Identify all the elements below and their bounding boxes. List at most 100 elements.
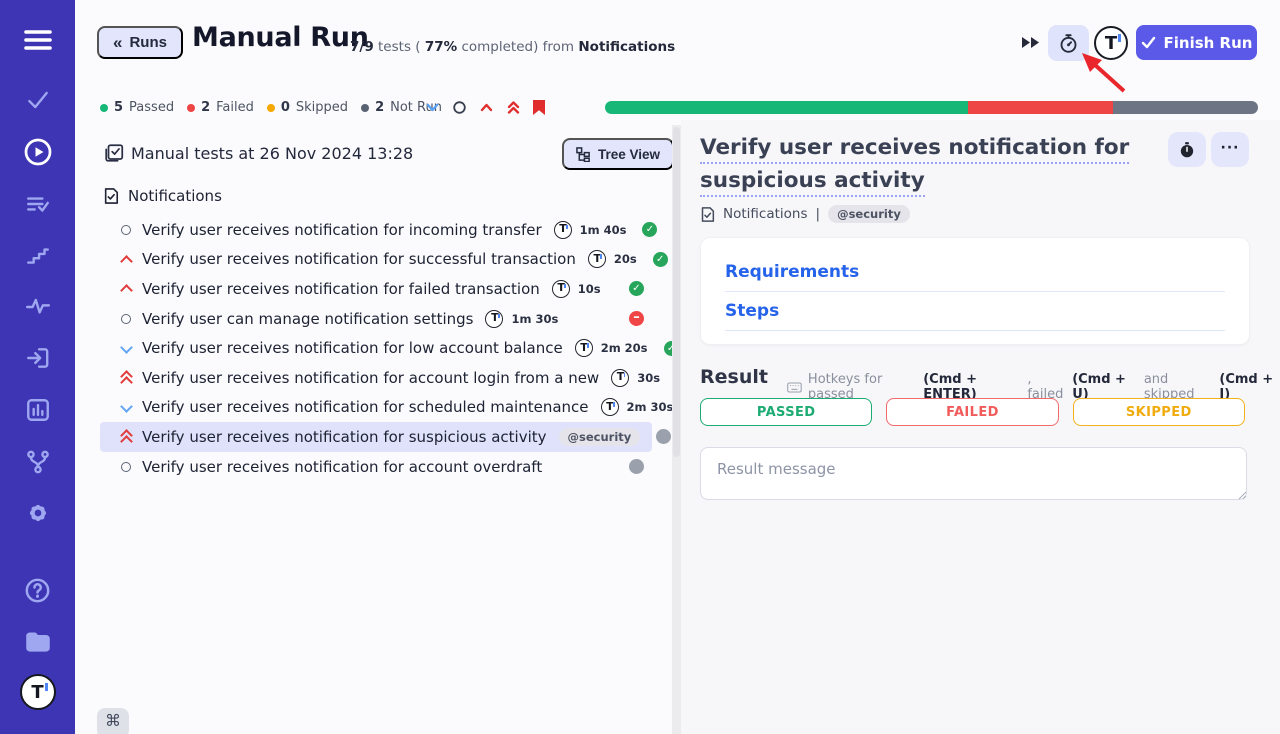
menu-icon[interactable] — [20, 22, 56, 58]
fast-forward-icon[interactable] — [1022, 34, 1042, 48]
stopwatch-icon — [1058, 33, 1079, 54]
test-title: Verify user receives notification for ac… — [142, 369, 599, 387]
document-check-icon — [700, 206, 715, 223]
progress-failed-segment — [968, 101, 1113, 114]
test-row[interactable]: Verify user receives notification for lo… — [100, 333, 652, 363]
brand-logo-icon[interactable]: T — [1094, 26, 1128, 60]
priority-icon — [118, 281, 134, 297]
double-chevron-left-icon — [113, 33, 122, 53]
result-buttons: PASSED FAILED SKIPPED — [700, 398, 1245, 426]
test-title: Verify user receives notification for fa… — [142, 280, 540, 298]
scrollbar-thumb[interactable] — [673, 127, 680, 457]
breadcrumb-tag[interactable]: @security — [828, 205, 910, 223]
check-icon — [1141, 36, 1156, 49]
status-badge — [629, 281, 644, 296]
status-badge — [656, 429, 671, 444]
test-detail-title[interactable]: Verify user receives notification for su… — [700, 131, 1162, 197]
test-row[interactable]: Verify user receives notification for sc… — [100, 393, 652, 423]
test-duration: 2m 30s — [627, 400, 674, 414]
back-to-runs-button[interactable]: Runs — [97, 26, 183, 59]
help-icon[interactable] — [20, 572, 56, 608]
play-circle-icon[interactable] — [20, 134, 56, 170]
run-summary: 7/9 tests ( 77% completed) from Notifica… — [350, 39, 675, 55]
failed-dot-icon — [187, 104, 195, 112]
status-badge — [653, 252, 668, 267]
pulse-icon[interactable] — [20, 289, 56, 325]
suite-folder-row[interactable]: Notifications — [103, 187, 222, 205]
test-title: Verify user receives notification for lo… — [142, 339, 563, 357]
priority-icon — [118, 429, 134, 445]
test-duration: 20s — [614, 252, 637, 266]
test-row[interactable]: Verify user receives notification for ac… — [100, 363, 652, 393]
test-row[interactable]: Verify user receives notification for su… — [100, 245, 652, 275]
skipped-dot-icon — [267, 104, 275, 112]
scrollbar[interactable] — [672, 125, 681, 734]
failed-count: 2Failed — [187, 100, 254, 115]
priority-high-filter-icon[interactable] — [478, 99, 495, 116]
priority-icon — [118, 251, 134, 267]
test-row[interactable]: Verify user receives notification for fa… — [100, 274, 652, 304]
test-row-selected[interactable]: Verify user receives notification for su… — [100, 422, 652, 452]
test-title: Verify user receives notification for ac… — [142, 458, 542, 476]
branch-icon[interactable] — [20, 444, 56, 480]
passed-dot-icon — [100, 104, 108, 112]
failed-button[interactable]: FAILED — [886, 398, 1058, 426]
list-check-icon[interactable] — [20, 186, 56, 222]
test-row[interactable]: Verify user can manage notification sett… — [100, 304, 652, 334]
brand-logo-icon[interactable]: T — [20, 674, 56, 710]
priority-normal-filter-icon[interactable] — [451, 99, 468, 116]
command-icon: ⌘ — [105, 711, 121, 730]
test-row[interactable]: Verify user receives notification for ac… — [100, 452, 652, 482]
gear-icon[interactable] — [20, 495, 56, 531]
tree-view-button[interactable]: Tree View — [562, 138, 674, 170]
check-icon[interactable] — [20, 82, 56, 118]
status-badge — [642, 222, 657, 237]
priority-icon — [118, 311, 134, 327]
more-options-button[interactable] — [1211, 132, 1249, 167]
breadcrumb-folder[interactable]: Notifications — [723, 206, 808, 222]
back-label: Runs — [129, 34, 167, 51]
test-tag: @security — [559, 428, 641, 446]
app-window: T Runs Manual Run 7/9 tests ( 77% comple… — [0, 0, 1280, 734]
skipped-button[interactable]: SKIPPED — [1073, 398, 1245, 426]
detail-timer-button[interactable] — [1168, 132, 1206, 167]
completed-percent: 77% — [425, 39, 457, 55]
result-message-input[interactable] — [700, 447, 1247, 500]
keyboard-icon — [787, 381, 802, 394]
test-duration: 30s — [637, 371, 660, 385]
result-heading: Result — [700, 366, 768, 388]
requirements-section-heading[interactable]: Requirements — [725, 262, 1225, 292]
steps-icon[interactable] — [20, 237, 56, 273]
timer-button[interactable] — [1048, 25, 1089, 61]
priority-low-filter-icon[interactable] — [424, 99, 441, 116]
folder-icon[interactable] — [20, 623, 56, 659]
command-palette-button[interactable]: ⌘ — [97, 708, 129, 734]
status-counts: 5Passed 2Failed 0Skipped 2Not Run — [100, 100, 442, 115]
test-duration: 10s — [578, 282, 601, 296]
priority-filter-controls — [424, 99, 549, 116]
test-row[interactable]: Verify user receives notification for in… — [100, 215, 652, 245]
bookmark-filter-icon[interactable] — [532, 99, 549, 116]
bar-chart-icon[interactable] — [20, 392, 56, 428]
skipped-count: 0Skipped — [267, 100, 348, 115]
source-suite: Notifications — [578, 39, 675, 55]
breadcrumb-separator: | — [816, 206, 821, 222]
run-progress-bar — [605, 101, 1258, 114]
passed-button[interactable]: PASSED — [700, 398, 872, 426]
suite-folder-label: Notifications — [128, 187, 222, 205]
test-list: Verify user receives notification for in… — [100, 215, 652, 481]
testomat-logo-icon — [575, 339, 593, 357]
priority-icon — [118, 459, 134, 475]
testomat-logo-icon — [588, 250, 606, 268]
priority-highest-filter-icon[interactable] — [505, 99, 522, 116]
passed-count: 5Passed — [100, 100, 174, 115]
finish-run-button[interactable]: Finish Run — [1136, 25, 1257, 60]
steps-section-heading[interactable]: Steps — [725, 301, 1225, 331]
checklist-icon — [103, 142, 125, 168]
page-title: Manual Run — [192, 22, 369, 53]
test-title: Verify user receives notification for su… — [142, 250, 576, 268]
testomat-logo-icon — [601, 398, 619, 416]
priority-icon — [118, 340, 134, 356]
priority-icon — [118, 370, 134, 386]
import-icon[interactable] — [20, 340, 56, 376]
